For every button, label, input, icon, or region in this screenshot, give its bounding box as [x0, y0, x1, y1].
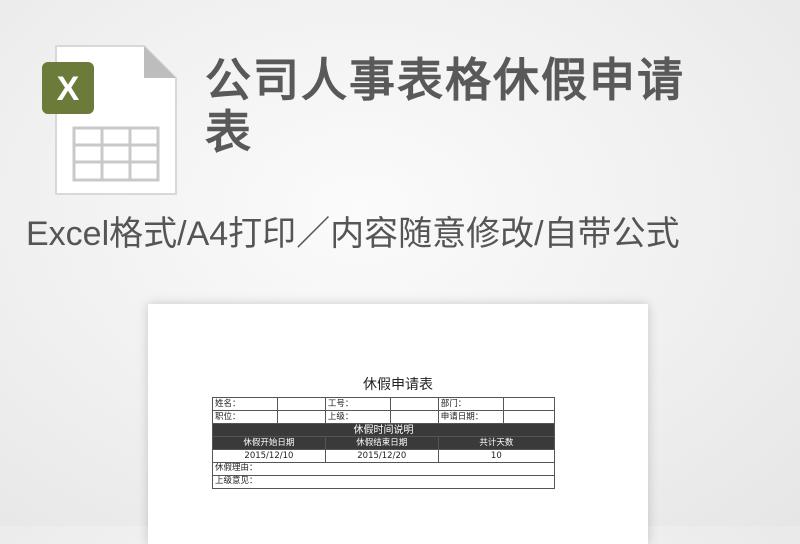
leave-reason-field: 休假理由： — [212, 462, 555, 476]
form-preview-sheet: 休假申请表 姓名： 工号： 部门： 职位： 上级： 申请日期： 休假时间说明 休… — [148, 304, 648, 544]
superior-opinion-field: 上级意见： — [212, 475, 555, 489]
excel-x-letter: X — [57, 70, 80, 108]
end-date-header: 休假结束日期 — [324, 436, 439, 450]
superior-label: 上级： — [324, 410, 391, 424]
position-value — [276, 410, 326, 424]
table-row: 上级意见： — [212, 475, 555, 489]
name-label: 姓名： — [212, 397, 278, 411]
table-row: 休假时间说明 — [212, 423, 555, 437]
total-days-value: 10 — [437, 449, 556, 463]
page-subtitle: Excel格式/A4打印／内容随意修改/自带公式 — [26, 215, 680, 253]
page-title: 公司人事表格休假申请表 — [205, 53, 685, 159]
start-date-value: 2015/12/10 — [212, 449, 326, 463]
position-label: 职位： — [212, 410, 278, 424]
total-days-header: 共计天数 — [437, 436, 556, 450]
table-row: 职位： 上级： 申请日期： — [212, 410, 556, 424]
table-row: 休假理由： — [212, 462, 555, 476]
employee-id-value — [389, 397, 439, 411]
end-date-value: 2015/12/20 — [324, 449, 439, 463]
name-value — [276, 397, 326, 411]
apply-date-value — [502, 410, 556, 424]
department-value — [502, 397, 556, 411]
employee-id-label: 工号： — [324, 397, 391, 411]
leave-form-table: 姓名： 工号： 部门： 职位： 上级： 申请日期： 休假时间说明 休假开始日期 … — [212, 397, 556, 489]
superior-value — [389, 410, 439, 424]
section-header: 休假时间说明 — [212, 423, 555, 437]
form-title: 休假申请表 — [363, 377, 433, 393]
apply-date-label: 申请日期： — [437, 410, 504, 424]
table-row: 休假开始日期 休假结束日期 共计天数 — [212, 436, 556, 450]
table-row: 姓名： 工号： 部门： — [212, 397, 556, 411]
start-date-header: 休假开始日期 — [212, 436, 326, 450]
department-label: 部门： — [437, 397, 504, 411]
table-row: 2015/12/10 2015/12/20 10 — [212, 449, 556, 463]
excel-file-icon: X — [40, 40, 180, 200]
